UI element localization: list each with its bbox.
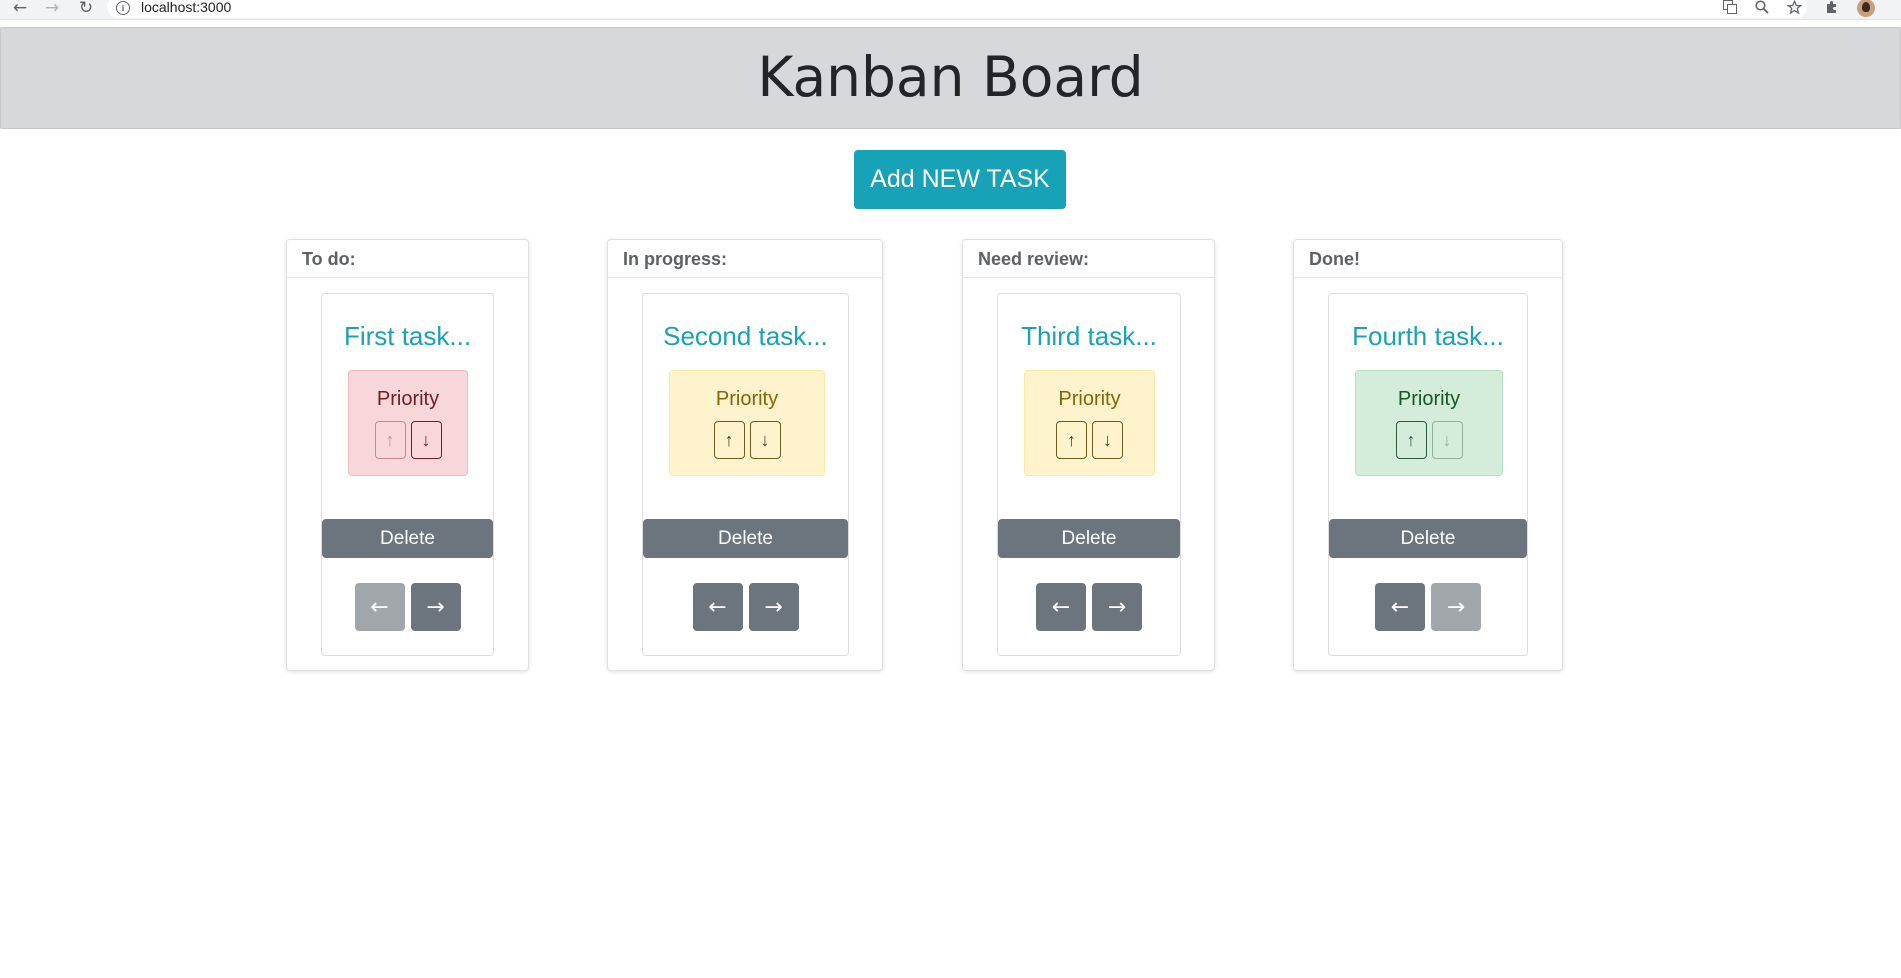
move-left-button[interactable]: ← — [692, 583, 743, 631]
move-right-button[interactable]: → — [1092, 583, 1142, 631]
column-title: In progress: — [608, 240, 882, 278]
delete-button[interactable]: Delete — [1329, 519, 1527, 558]
add-new-task-button[interactable]: Add NEW TASK — [854, 150, 1066, 209]
app-header: Kanban Board — [0, 27, 1901, 129]
column-title: To do: — [287, 240, 528, 278]
task-title: Fourth task... — [1352, 321, 1504, 351]
priority-label: Priority — [376, 388, 440, 410]
task-card: First task... Priority ↑ ↓ Delete ← → — [321, 293, 494, 656]
priority-down-button[interactable]: ↓ — [1431, 421, 1463, 459]
column-title: Need review: — [963, 240, 1214, 278]
column-in-progress: In progress: Second task... Priority ↑ ↓… — [607, 239, 883, 671]
back-icon[interactable]: ← — [9, 0, 31, 18]
move-right-button[interactable]: → — [410, 583, 461, 631]
url-text[interactable]: localhost:3000 — [141, 0, 231, 15]
reload-icon[interactable]: ↻ — [75, 0, 97, 18]
task-card: Fourth task... Priority ↑ ↓ Delete ← → — [1328, 293, 1528, 656]
move-right-button[interactable]: → — [1431, 583, 1481, 631]
column-title: Done! — [1294, 240, 1562, 278]
priority-down-button[interactable]: ↓ — [749, 421, 781, 459]
move-right-button[interactable]: → — [748, 583, 799, 631]
page-title: Kanban Board — [757, 45, 1144, 109]
priority-panel: Priority ↑ ↓ — [1355, 370, 1503, 476]
task-title: Third task... — [1021, 321, 1157, 351]
priority-down-button[interactable]: ↓ — [1092, 421, 1123, 459]
priority-panel: Priority ↑ ↓ — [1024, 370, 1155, 476]
profile-avatar[interactable] — [1857, 0, 1875, 17]
priority-panel: Priority ↑ ↓ — [669, 370, 825, 476]
bookmark-star-icon[interactable] — [1784, 0, 1804, 18]
priority-panel: Priority ↑ ↓ — [348, 370, 468, 476]
browser-toolbar: ← → ↻ i localhost:3000 — [0, 0, 1901, 20]
site-info-icon[interactable]: i — [116, 1, 130, 15]
column-todo: To do: First task... Priority ↑ ↓ Delete… — [286, 239, 529, 671]
task-title: Second task... — [663, 321, 828, 351]
delete-button[interactable]: Delete — [643, 519, 848, 558]
move-left-button[interactable]: ← — [1375, 583, 1425, 631]
task-card: Second task... Priority ↑ ↓ Delete ← → — [642, 293, 849, 656]
priority-up-button[interactable]: ↑ — [374, 421, 406, 459]
zoom-icon[interactable] — [1752, 0, 1772, 18]
priority-up-button[interactable]: ↑ — [1056, 421, 1087, 459]
column-done: Done! Fourth task... Priority ↑ ↓ Delete… — [1293, 239, 1563, 671]
address-bar[interactable] — [107, 0, 1807, 18]
priority-label: Priority — [715, 388, 779, 410]
forward-icon[interactable]: → — [41, 0, 63, 18]
priority-label: Priority — [1397, 388, 1461, 410]
priority-down-button[interactable]: ↓ — [410, 421, 442, 459]
priority-up-button[interactable]: ↑ — [713, 421, 745, 459]
task-card: Third task... Priority ↑ ↓ Delete ← → — [997, 293, 1181, 656]
task-title: First task... — [343, 321, 472, 351]
move-left-button[interactable]: ← — [354, 583, 405, 631]
move-left-button[interactable]: ← — [1036, 583, 1086, 631]
delete-button[interactable]: Delete — [998, 519, 1180, 558]
extensions-icon[interactable] — [1822, 0, 1842, 18]
column-need-review: Need review: Third task... Priority ↑ ↓ … — [962, 239, 1215, 671]
translate-icon[interactable] — [1720, 0, 1740, 18]
priority-label: Priority — [1058, 388, 1121, 410]
priority-up-button[interactable]: ↑ — [1395, 421, 1427, 459]
delete-button[interactable]: Delete — [322, 519, 493, 558]
